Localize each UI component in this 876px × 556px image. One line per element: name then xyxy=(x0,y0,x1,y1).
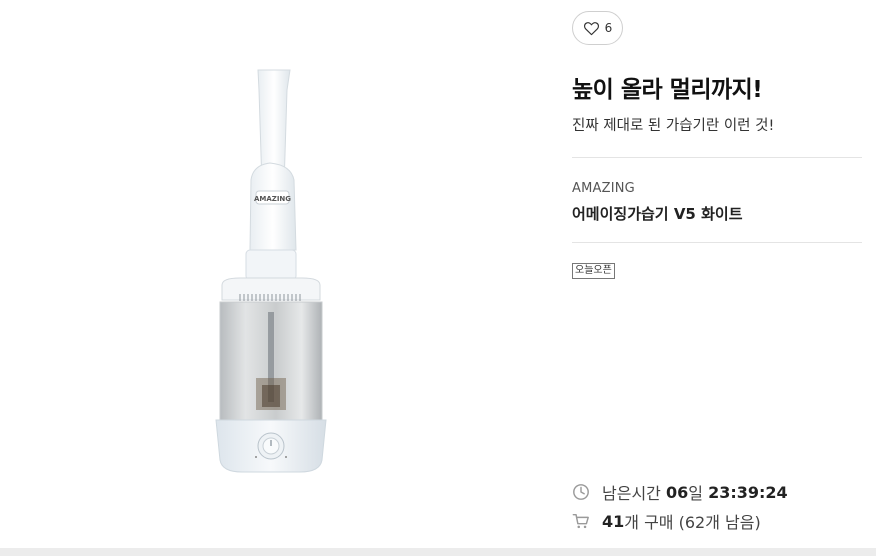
brand-label: AMAZING xyxy=(254,195,291,203)
brand-name[interactable]: AMAZING xyxy=(572,181,635,196)
purchase-row: 41 개 구매 (62개 남음) xyxy=(572,509,761,533)
bottom-bar xyxy=(0,548,876,556)
timer-label: 남은시간 xyxy=(602,484,661,503)
timer-days-unit: 일 xyxy=(688,484,703,503)
heart-outline-icon xyxy=(583,21,599,35)
cart-icon xyxy=(572,513,589,529)
status-badge: 오늘오픈 xyxy=(572,263,615,279)
timer-time: 23:39:24 xyxy=(708,482,788,502)
purchase-count: 41 xyxy=(602,511,625,531)
timer-row: 남은시간 06 일 23:39:24 xyxy=(572,480,788,504)
like-count: 6 xyxy=(604,21,613,35)
humidifier-illustration: AMAZING xyxy=(215,69,327,473)
purchase-count-unit: 개 구매 xyxy=(624,513,674,532)
clock-icon xyxy=(573,484,589,500)
divider xyxy=(572,242,862,243)
product-image[interactable]: AMAZING xyxy=(0,0,540,548)
divider xyxy=(572,157,862,158)
product-subline: 진짜 제대로 된 가습기란 이런 것! xyxy=(572,118,775,134)
purchase-remaining: (62개 남음) xyxy=(678,513,761,532)
like-button[interactable]: 6 xyxy=(572,11,623,45)
product-headline: 높이 올라 멀리까지! xyxy=(572,77,763,103)
timer-days: 06 xyxy=(665,482,689,502)
product-name: 어메이징가습기 V5 화이트 xyxy=(572,205,743,223)
